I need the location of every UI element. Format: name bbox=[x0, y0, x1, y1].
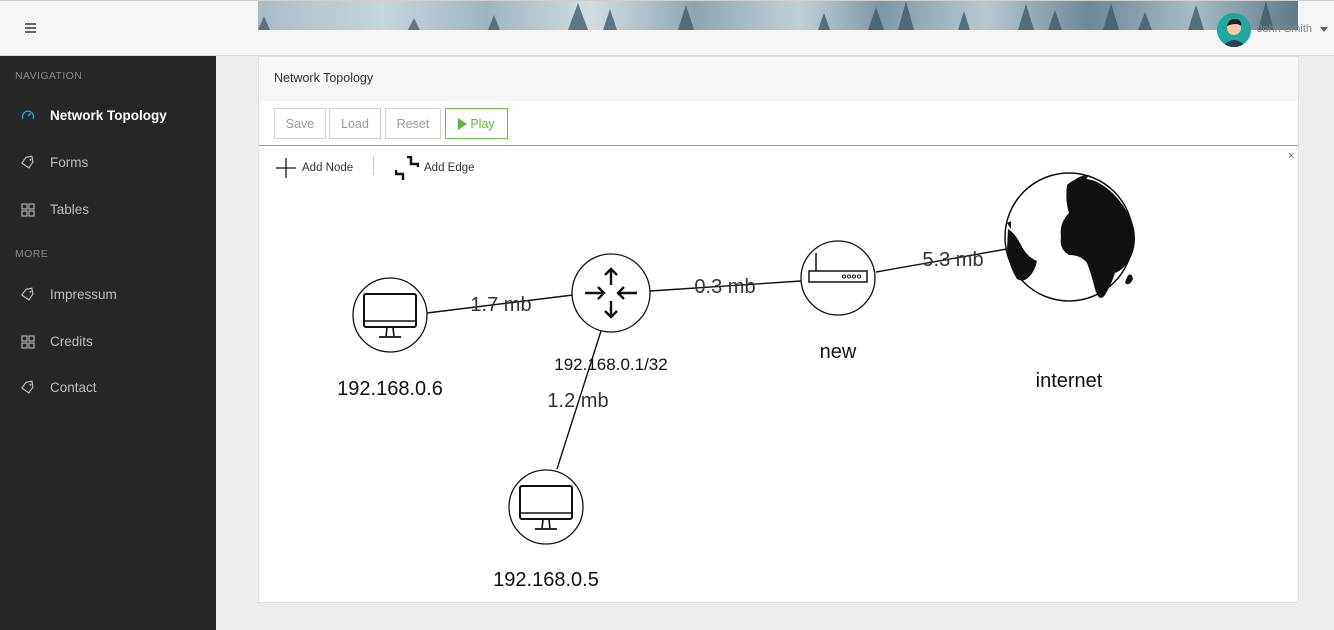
hamburger-icon[interactable] bbox=[22, 19, 42, 39]
section-label-more: MORE bbox=[15, 248, 49, 260]
sidebar-item-label: Forms bbox=[50, 155, 89, 170]
sidebar-item-contact[interactable]: Contact bbox=[0, 371, 216, 405]
user-menu[interactable]: John Smith bbox=[1217, 13, 1332, 47]
section-label-navigation: NAVIGATION bbox=[15, 70, 83, 82]
user-name: John Smith bbox=[1257, 23, 1313, 35]
node-label: internet bbox=[1036, 370, 1103, 392]
node-modem-new[interactable] bbox=[800, 240, 876, 316]
grid-icon bbox=[21, 335, 35, 349]
topology-canvas[interactable]: 1.7 mb 1.2 mb 0.3 mb 5.3 mb 192.168.0.6 bbox=[259, 57, 1299, 602]
sidebar-item-impressum[interactable]: Impressum bbox=[0, 278, 216, 312]
tag-icon bbox=[21, 380, 34, 394]
tag-icon bbox=[21, 287, 34, 301]
user-avatar-icon bbox=[1217, 13, 1251, 47]
edge-label: 1.7 mb bbox=[470, 294, 531, 316]
sidebar-item-label: Credits bbox=[50, 334, 93, 349]
sidebar-item-tables[interactable]: Tables bbox=[0, 193, 216, 227]
node-label: 192.168.0.5 bbox=[493, 569, 599, 591]
sidebar-item-label: Network Topology bbox=[50, 108, 167, 123]
node-computer-192-168-0-6[interactable] bbox=[352, 277, 428, 353]
header-banner-image bbox=[258, 1, 1298, 30]
grid-icon bbox=[21, 203, 35, 217]
gauge-icon bbox=[21, 110, 35, 120]
sidebar-item-label: Contact bbox=[50, 380, 97, 395]
node-computer-192-168-0-5[interactable] bbox=[508, 469, 584, 545]
node-internet[interactable] bbox=[1004, 172, 1135, 302]
edge-label: 0.3 mb bbox=[694, 276, 755, 298]
chevron-down-icon[interactable] bbox=[1320, 27, 1328, 32]
sidebar-item-forms[interactable]: Forms bbox=[0, 146, 216, 180]
sidebar-item-credits[interactable]: Credits bbox=[0, 325, 216, 359]
edge-label: 5.3 mb bbox=[922, 249, 983, 271]
node-router[interactable] bbox=[571, 253, 651, 333]
sidebar-item-network-topology[interactable]: Network Topology bbox=[0, 99, 216, 133]
top-bar: John Smith bbox=[0, 0, 1334, 56]
node-label: 192.168.0.1/32 bbox=[554, 355, 667, 374]
sidebar-item-label: Tables bbox=[50, 202, 90, 217]
topology-panel: Network Topology Save Load Reset Play × … bbox=[258, 56, 1299, 603]
node-label: new bbox=[820, 341, 857, 363]
edge-label: 1.2 mb bbox=[547, 390, 608, 412]
tag-icon bbox=[21, 155, 34, 169]
node-label: 192.168.0.6 bbox=[337, 378, 443, 400]
sidebar: NAVIGATION Network Topology Forms Tables… bbox=[0, 56, 216, 630]
sidebar-item-label: Impressum bbox=[50, 287, 117, 302]
